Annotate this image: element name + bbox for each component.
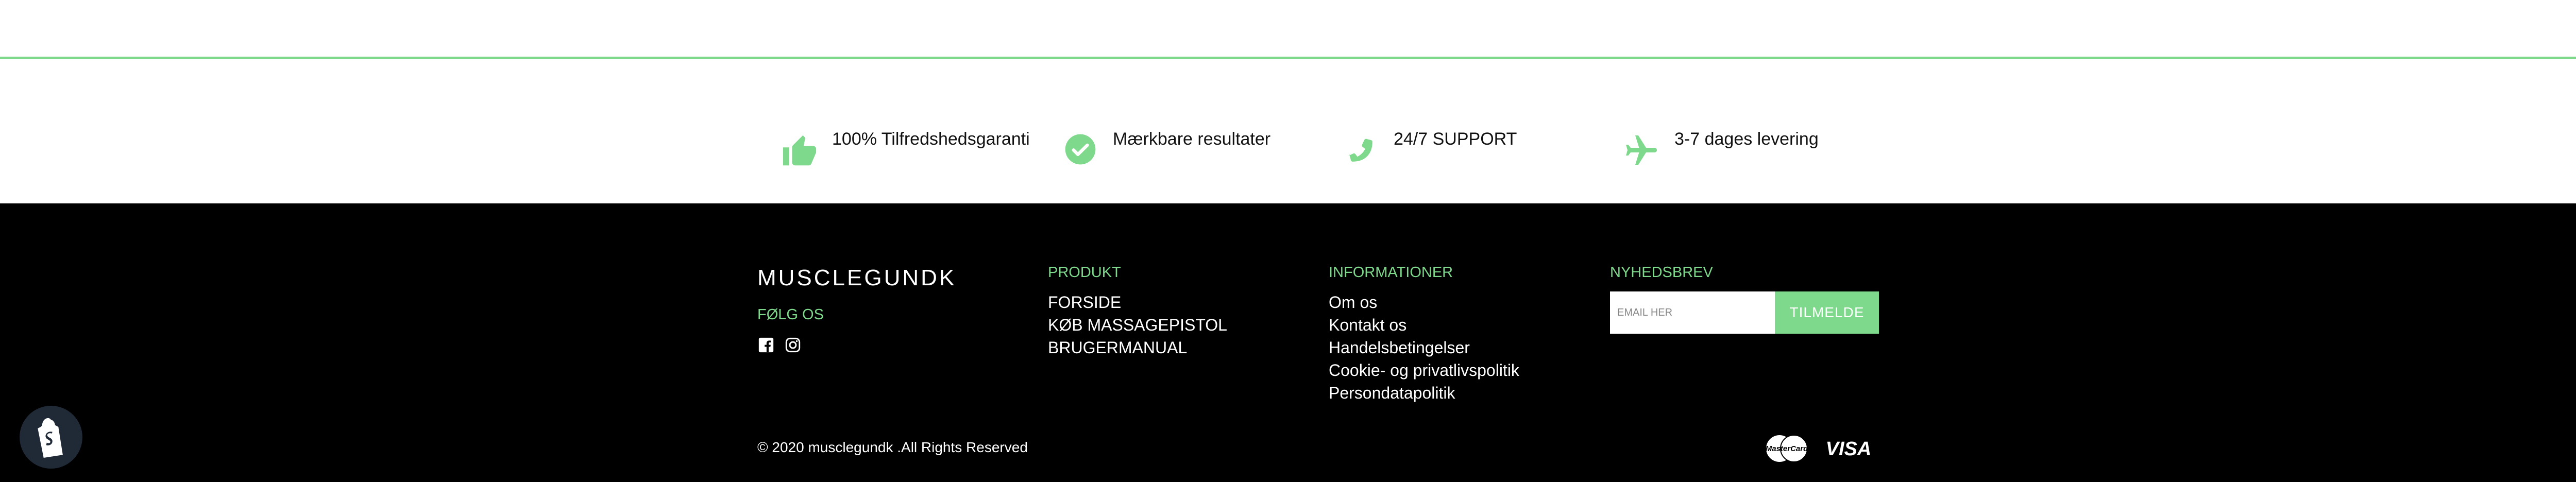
feature-label: 100% Tilfredshedsgaranti [832, 129, 1030, 149]
phone-icon [1348, 139, 1372, 162]
airplane-icon [1626, 135, 1657, 165]
footer-link-forside[interactable]: FORSIDE [1048, 291, 1227, 314]
thumbs-up-icon [783, 135, 817, 166]
produkt-links: FORSIDE KØB MASSAGEPISTOL BRUGERMANUAL [1048, 291, 1227, 359]
footer-link-privacy[interactable]: Persondatapolitik [1329, 382, 1519, 404]
newsletter-form: TILMELDE [1610, 291, 1879, 334]
footer-link-about[interactable]: Om os [1329, 291, 1519, 314]
feature-label: 24/7 SUPPORT [1394, 129, 1517, 149]
newsletter-heading: NYHEDSBREV [1610, 264, 1713, 281]
svg-text:MasterCard: MasterCard [1766, 444, 1808, 453]
svg-text:VISA: VISA [1826, 438, 1872, 460]
instagram-icon[interactable] [784, 336, 802, 354]
footer-link-buy[interactable]: KØB MASSAGEPISTOL [1048, 314, 1227, 336]
footer-link-contact[interactable]: Kontakt os [1329, 314, 1519, 336]
social-links [757, 336, 802, 354]
features-bar: 100% Tilfredshedsgaranti Mærkbare result… [0, 59, 2576, 203]
footer-link-manual[interactable]: BRUGERMANUAL [1048, 336, 1227, 359]
brand-logo-text[interactable]: MUSCLEGUNDK [757, 265, 956, 291]
feature-label: Mærkbare resultater [1113, 129, 1271, 149]
feature-label: 3-7 dages levering [1674, 129, 1819, 149]
subscribe-button[interactable]: TILMELDE [1775, 291, 1879, 334]
top-area [0, 0, 2576, 58]
info-links: Om os Kontakt os Handelsbetingelser Cook… [1329, 291, 1519, 404]
info-heading: INFORMATIONER [1329, 264, 1453, 281]
shopify-bag-icon [38, 418, 63, 458]
copyright-text: © 2020 musclegundk .All Rights Reserved [757, 439, 1028, 455]
check-circle-icon [1065, 134, 1096, 165]
shopify-badge[interactable] [20, 406, 82, 469]
site-footer: MUSCLEGUNDK FØLG OS PRODUKT FORSIDE KØB … [0, 203, 2576, 482]
footer-link-terms[interactable]: Handelsbetingelser [1329, 336, 1519, 359]
mastercard-icon: MasterCard [1766, 435, 1808, 462]
footer-link-cookies[interactable]: Cookie- og privatlivspolitik [1329, 359, 1519, 382]
email-input[interactable] [1610, 291, 1775, 334]
produkt-heading: PRODUKT [1048, 264, 1121, 281]
facebook-icon[interactable] [757, 336, 775, 354]
follow-us-label: FØLG OS [757, 306, 824, 323]
visa-icon: VISA [1826, 438, 1872, 460]
payment-methods: MasterCard VISA [1762, 433, 1872, 464]
